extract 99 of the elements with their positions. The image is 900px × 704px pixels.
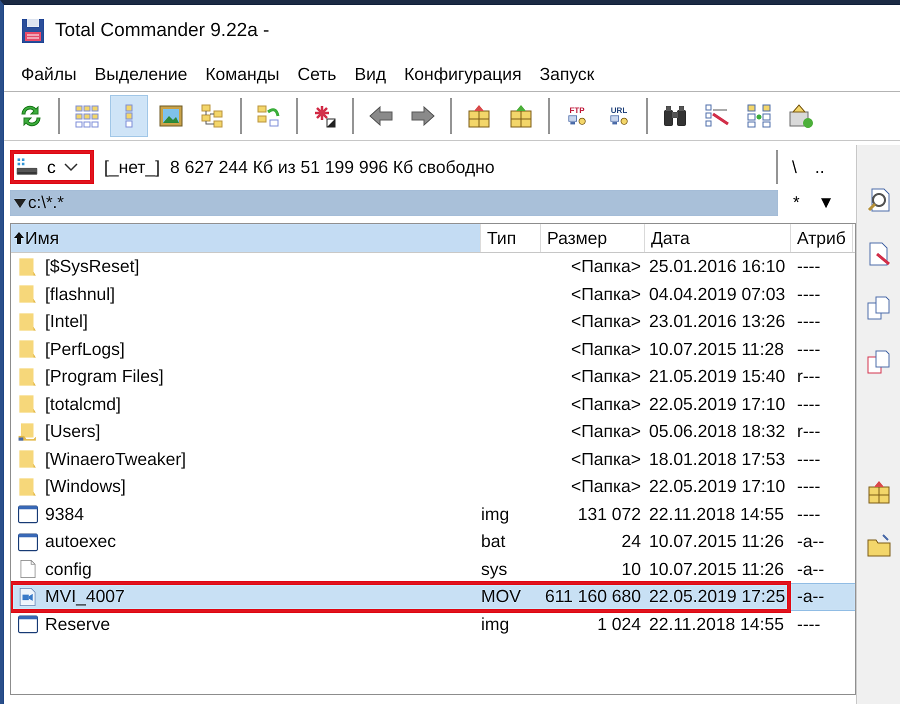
file-name[interactable]: [Program Files] (45, 366, 481, 388)
window-icon (17, 530, 39, 553)
file-size: <Папка> (570, 366, 642, 388)
file-attributes: ---- (796, 284, 822, 305)
selected-row[interactable]: MVI_4007 MOV 611 160 680 22.05.2019 17:25 -a-- (11, 583, 855, 610)
file-attributes: ---- (796, 256, 822, 278)
file-date: 22.11.2018 14:55 (648, 614, 785, 635)
file-name[interactable]: autoexec (45, 531, 481, 552)
file-type: img (481, 504, 510, 525)
file-date: 10.07.2015 11:26 (648, 558, 785, 580)
file-size: <Папка> (570, 476, 642, 498)
file-attributes: -a-- (796, 558, 826, 580)
menu-item[interactable]: Файлы (12, 64, 86, 84)
file-attributes: ---- (796, 448, 822, 470)
column-header[interactable]: Имя (11, 224, 481, 252)
file-date: 05.06.2018 18:32 (648, 421, 786, 442)
file-size: 1 024 (596, 614, 642, 635)
file-name[interactable]: [Users] (45, 421, 481, 442)
directory-button[interactable]: .. (812, 156, 827, 178)
file-size: 131 072 (576, 504, 642, 525)
file-size: <Папка> (570, 394, 642, 415)
file-date: 10.07.2015 11:28 (648, 338, 785, 360)
file-attributes: ---- (796, 311, 822, 332)
sort-arrow-icon (13, 231, 25, 245)
file-attributes: -a-- (796, 531, 826, 552)
file-name[interactable]: [PerfLogs] (45, 338, 481, 360)
computer-icon (610, 114, 628, 126)
drive-dropdown[interactable]: c (10, 150, 94, 184)
file-attributes: r--- (796, 366, 822, 388)
menu-item[interactable]: Запуск (530, 64, 604, 84)
folder-shortcut-icon (17, 420, 39, 443)
file-name[interactable]: Reserve (45, 614, 481, 635)
file-attributes: ---- (796, 614, 822, 635)
filter-button[interactable]: ▼ (814, 193, 838, 213)
column-header[interactable]: Дата (645, 224, 791, 252)
window-icon (17, 613, 39, 636)
menu-item[interactable]: Сеть (288, 64, 346, 84)
menu-item[interactable]: Команды (196, 64, 288, 84)
file-size: <Папка> (570, 338, 642, 360)
file-date: 22.05.2019 17:10 (648, 394, 786, 415)
file-date: 10.07.2015 11:26 (648, 531, 785, 552)
file-name[interactable]: 9384 (45, 504, 481, 525)
column-header[interactable]: Тип (481, 224, 541, 252)
file-size: 10 (620, 558, 642, 580)
grid-icon (745, 102, 773, 130)
file-type: MOV (481, 586, 522, 608)
path-text: c:\*.* (28, 193, 64, 213)
column-header[interactable]: Размер (541, 224, 645, 252)
file-name: MVI_4007 (45, 586, 126, 608)
menu-item[interactable]: Выделение (86, 64, 196, 84)
file-date: 21.05.2019 15:40 (648, 366, 786, 388)
file-date: 22.05.2019 17:10 (648, 476, 786, 498)
file-date: 22.05.2019 17:25 (648, 586, 786, 608)
file-date: 18.01.2018 17:53 (648, 448, 786, 470)
filter-button[interactable]: * (790, 193, 803, 213)
file-size: <Папка> (570, 448, 642, 470)
file-name[interactable]: [Intel] (45, 311, 481, 332)
column-icon (125, 104, 133, 128)
file-date: 22.11.2018 14:55 (648, 504, 785, 525)
file-date: 25.01.2016 16:10 (648, 256, 786, 278)
file-name[interactable]: [$SysReset] (45, 256, 481, 278)
url-button[interactable]: URL (600, 95, 638, 137)
window-title: Total Commander 9.22a - (55, 20, 270, 42)
file-name[interactable]: config (45, 558, 481, 580)
file-size: <Папка> (570, 256, 642, 278)
file-type: bat (481, 531, 506, 552)
file-size: <Папка> (570, 311, 642, 332)
file-size: 24 (620, 531, 642, 552)
file-attributes: ---- (796, 504, 822, 525)
file-attributes: ---- (796, 338, 822, 360)
menu-item[interactable]: Вид (345, 64, 396, 84)
column-header[interactable]: Атриб (791, 224, 853, 252)
file-attributes: -a-- (796, 586, 826, 608)
window-icon (17, 503, 39, 526)
file-attributes: ---- (796, 394, 822, 415)
chevron-down-icon (64, 162, 78, 172)
file-type: sys (481, 558, 508, 580)
file-date: 23.01.2016 13:26 (648, 311, 786, 332)
file-name[interactable]: [Windows] (45, 476, 481, 498)
menu-item[interactable]: Конфигурация (395, 64, 531, 84)
documents-icon (864, 348, 892, 376)
file-name[interactable]: [flashnul] (45, 284, 481, 305)
file-size: <Папка> (570, 421, 642, 442)
file-date: 04.04.2019 07:03 (648, 284, 786, 305)
ftp-button[interactable]: FTP (558, 95, 596, 137)
directory-button[interactable]: \ (790, 156, 799, 178)
file-attributes: r--- (796, 421, 822, 442)
volume-label: [_нет_] (104, 156, 160, 178)
package-icon (787, 102, 815, 130)
file-name[interactable]: [WinaeroTweaker] (45, 448, 481, 470)
triangle-down-icon (14, 198, 26, 208)
file-size: 611 160 680 (544, 586, 642, 608)
file-attributes: ---- (796, 476, 822, 498)
documents-icon (864, 294, 892, 322)
file-type: img (481, 614, 510, 635)
file-size: <Папка> (570, 284, 642, 305)
computer-icon (568, 114, 586, 126)
file-name[interactable]: [totalcmd] (45, 394, 481, 415)
free-space-text: 8 627 244 Кб из 51 199 996 Кб свободно (170, 156, 496, 178)
